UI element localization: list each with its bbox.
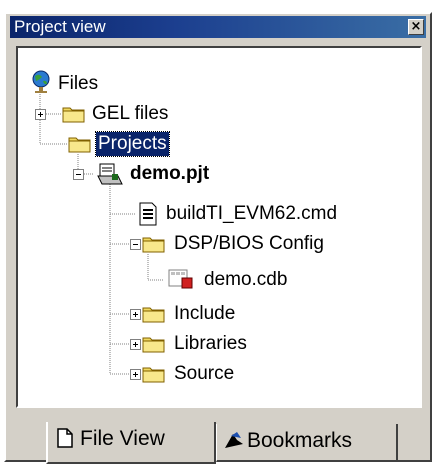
panel-title: Project view [14,17,106,36]
tree-node-files[interactable]: Files [58,72,98,96]
expand-toggle-source[interactable] [130,369,141,380]
close-icon: × [410,19,422,34]
tree-node-include[interactable]: Include [174,302,235,326]
folder-icon [142,367,165,383]
tab-file-view[interactable]: File View [46,422,216,464]
collapse-toggle-demo-pjt[interactable] [73,169,84,180]
expand-toggle-gel-files[interactable] [35,109,46,120]
folder-icon [68,137,91,153]
project-view-panel: Project view × Files GEL files Projects … [4,12,432,464]
project-tree[interactable]: Files GEL files Projects demo.pjt buildT… [16,46,422,408]
tree-node-libraries[interactable]: Libraries [174,332,247,356]
tab-file-view-label: File View [80,427,165,450]
bookmark-icon [225,432,243,448]
tree-node-gel-files[interactable]: GEL files [92,102,168,126]
tab-bookmarks-label: Bookmarks [247,429,353,452]
tree-node-source[interactable]: Source [174,362,234,386]
tree-node-build-cmd[interactable]: buildTI_EVM62.cmd [166,202,337,226]
page-icon [57,428,73,448]
folder-icon [142,307,165,323]
panel-title-bar[interactable]: Project view × [10,16,426,38]
folder-icon [62,107,85,123]
globe-icon [32,70,50,93]
tree-node-projects[interactable]: Projects [95,131,170,157]
tab-bookmarks[interactable]: Bookmarks [216,424,398,462]
expand-toggle-include[interactable] [130,309,141,320]
tree-node-dsp-bios-config[interactable]: DSP/BIOS Config [174,232,324,256]
collapse-toggle-dsp-bios-config[interactable] [130,239,141,250]
close-button[interactable]: × [408,19,424,35]
document-icon [139,202,157,226]
config-file-icon [168,269,193,289]
folder-icon [142,237,165,253]
project-icon [97,163,123,185]
expand-toggle-libraries[interactable] [130,339,141,350]
tree-node-demo-cdb[interactable]: demo.cdb [204,268,287,292]
tree-node-demo-pjt[interactable]: demo.pjt [130,162,209,186]
folder-icon [142,337,165,353]
